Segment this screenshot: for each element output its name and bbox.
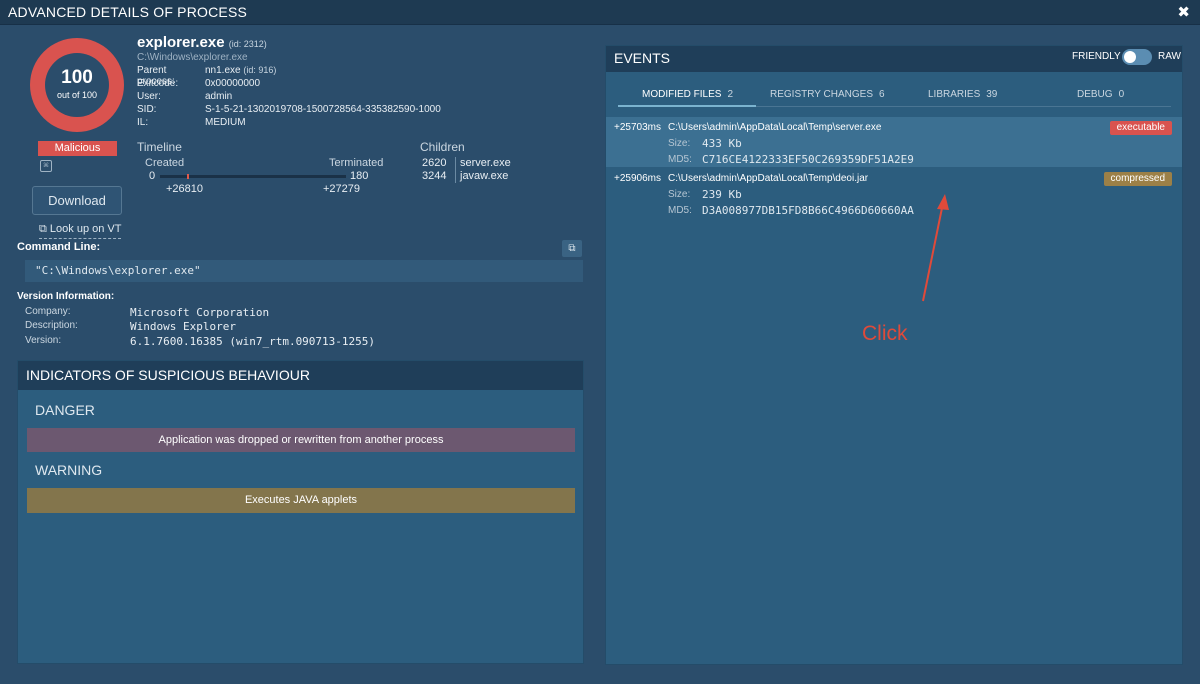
command-line-label: Command Line: xyxy=(17,241,101,253)
timeline-created-label: Created xyxy=(145,157,185,169)
external-link-icon: ⧉ xyxy=(39,223,47,235)
event-path: C:\Users\admin\AppData\Local\Temp\deoi.j… xyxy=(668,173,869,184)
timeline-terminated-label: Terminated xyxy=(329,157,384,169)
events-header: EVENTS FRIENDLY RAW xyxy=(606,46,1182,72)
warning-indicator[interactable]: Executes JAVA applets xyxy=(27,488,575,513)
window-title: ADVANCED DETAILS OF PROCESS xyxy=(8,4,248,20)
raw-label: RAW xyxy=(1158,51,1181,62)
version-row-version: Version: 6.1.7600.16385 (win7_rtm.090713… xyxy=(25,335,376,348)
timeline-end: 180 xyxy=(350,170,369,182)
lookup-vt-link[interactable]: ⧉ Look up on VT xyxy=(39,223,122,239)
process-id: (id: 2312) xyxy=(228,39,267,49)
timeline-title: Timeline xyxy=(137,140,182,154)
active-tab-indicator xyxy=(618,105,756,107)
tab-modified-files[interactable]: MODIFIED FILES 2 xyxy=(642,89,733,100)
timeline-start: 0 xyxy=(149,170,156,182)
toggle-knob xyxy=(1124,51,1136,63)
version-info-label: Version Information: xyxy=(17,291,115,302)
indicators-title: INDICATORS OF SUSPICIOUS BEHAVIOUR xyxy=(26,367,310,383)
events-tabs: MODIFIED FILES 2 REGISTRY CHANGES 6 LIBRAR… xyxy=(618,86,1171,107)
event-md5: C716CE4122333EF50C269359DF51A2E9 xyxy=(702,153,914,166)
annotation-click-text: Click xyxy=(862,322,908,345)
event-md5: D3A008977DB15FD8B66C4966D60660AA xyxy=(702,204,914,217)
indicators-panel: INDICATORS OF SUSPICIOUS BEHAVIOUR DANGE… xyxy=(17,360,584,664)
process-name: explorer.exe (id: 2312) xyxy=(137,34,267,51)
event-row[interactable]: +25906ms C:\Users\admin\AppData\Local\Te… xyxy=(606,168,1182,218)
event-time: +25906ms xyxy=(614,173,661,184)
tab-registry-changes[interactable]: REGISTRY CHANGES 6 xyxy=(770,89,885,100)
version-row-company: Company: Microsoft Corporation xyxy=(25,306,270,319)
tab-libraries[interactable]: LIBRARIES 39 xyxy=(928,89,997,100)
event-path: C:\Users\admin\AppData\Local\Temp\server… xyxy=(668,122,882,133)
process-icon: ⌘ xyxy=(40,160,52,172)
title-bar: ADVANCED DETAILS OF PROCESS ✖ xyxy=(0,0,1200,25)
copy-icon[interactable]: ⧉ xyxy=(562,240,582,257)
timeline-created-time: +26810 xyxy=(166,183,204,195)
timeline-terminated-time: +27279 xyxy=(323,183,361,195)
verdict-badge: Malicious xyxy=(38,141,117,156)
indicators-header: INDICATORS OF SUSPICIOUS BEHAVIOUR xyxy=(18,361,583,390)
score-max: out of 100 xyxy=(56,90,98,100)
danger-title: DANGER xyxy=(35,402,95,418)
friendly-label: FRIENDLY xyxy=(1072,51,1121,62)
timeline-marker xyxy=(187,174,189,179)
event-size: 239 Kb xyxy=(702,188,742,201)
command-line-value: "C:\Windows\explorer.exe" xyxy=(25,260,583,282)
events-panel: EVENTS FRIENDLY RAW MODIFIED FILES 2 REGI… xyxy=(605,45,1183,665)
event-row[interactable]: +25703ms C:\Users\admin\AppData\Local\Te… xyxy=(606,117,1182,167)
version-row-description: Description: Windows Explorer xyxy=(25,320,236,333)
lookup-vt-label: Look up on VT xyxy=(49,223,122,235)
event-time: +25703ms xyxy=(614,122,661,133)
danger-indicator[interactable]: Application was dropped or rewritten fro… xyxy=(27,428,575,452)
warning-title: WARNING xyxy=(35,462,103,478)
tab-debug[interactable]: DEBUG 0 xyxy=(1077,89,1124,100)
event-badge-executable: executable xyxy=(1109,121,1172,135)
children-title: Children xyxy=(420,140,465,154)
threat-score-donut: 100 out of 100 xyxy=(30,38,124,132)
events-title: EVENTS xyxy=(614,50,671,66)
close-icon[interactable]: ✖ xyxy=(1177,3,1190,21)
score-value: 100 xyxy=(61,67,93,88)
download-button[interactable]: Download xyxy=(32,186,122,215)
process-path: C:\Windows\explorer.exe xyxy=(137,52,248,63)
event-size: 433 Kb xyxy=(702,137,742,150)
view-mode-toggle[interactable] xyxy=(1122,49,1152,65)
event-badge-compressed: compressed xyxy=(1103,172,1172,186)
